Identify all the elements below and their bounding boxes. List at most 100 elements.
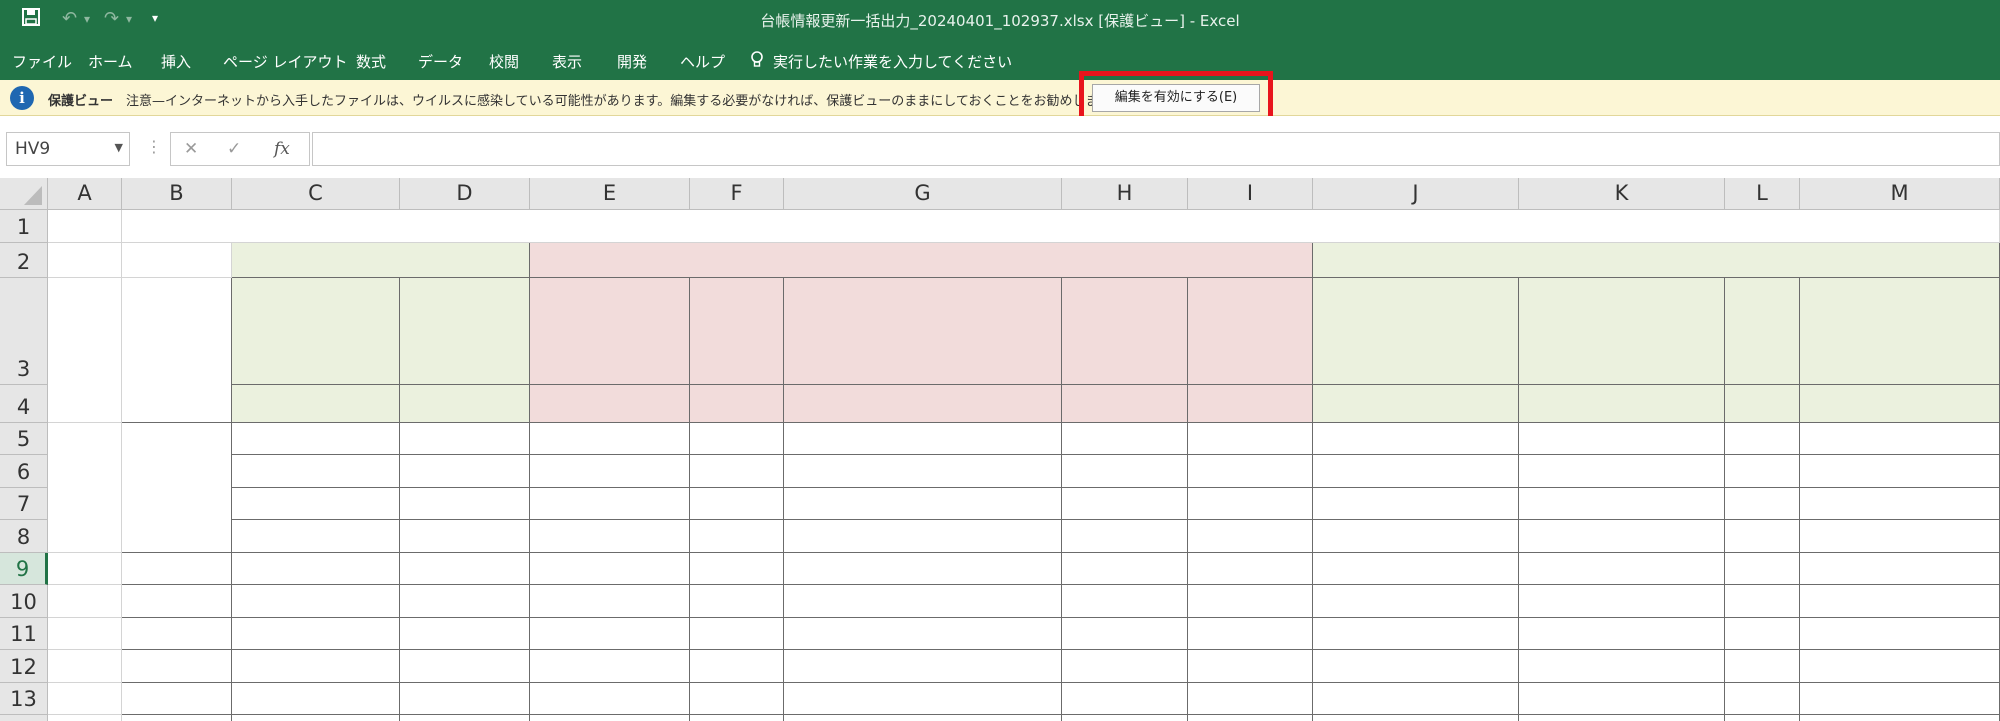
tab-review[interactable]: 校閲	[489, 51, 519, 72]
data-cell-first-name-kana[interactable]	[1519, 650, 1725, 683]
example-cell-delete[interactable]	[400, 520, 530, 553]
header-gender[interactable]	[1725, 278, 1800, 385]
example-cell-first-name-kana[interactable]	[1519, 488, 1725, 520]
data-cell-last-name[interactable]	[1062, 585, 1188, 618]
tab-home[interactable]: ホーム	[88, 51, 133, 72]
spreadsheet-grid[interactable]: ABCDEFGHIJKLM1234567891011121314	[0, 178, 2000, 721]
column-header-k[interactable]: K	[1519, 178, 1725, 210]
row-header-10[interactable]: 10	[0, 585, 48, 618]
row-header-1[interactable]: 1	[0, 210, 48, 243]
column-header-l[interactable]: L	[1725, 178, 1800, 210]
data-cell-gender[interactable]	[1725, 683, 1800, 715]
data-cell-birth-date[interactable]	[784, 650, 1062, 683]
cell-j1-m1[interactable]	[1313, 210, 2000, 243]
example-cell-relationship[interactable]	[690, 520, 784, 553]
data-cell-relationship[interactable]	[690, 683, 784, 715]
example-cell-postal-code[interactable]	[1800, 488, 2000, 520]
data-cell-postal-code[interactable]	[1800, 683, 2000, 715]
header-first-name-kana[interactable]	[1519, 278, 1725, 385]
example-cell-birth-date[interactable]	[784, 423, 1062, 455]
column-header-b[interactable]: B	[122, 178, 232, 210]
example-cell-last-name-kana[interactable]	[1313, 520, 1519, 553]
data-cell-delete[interactable]	[400, 618, 530, 650]
header-relationship[interactable]	[690, 278, 784, 385]
data-cell-postal-code[interactable]	[1800, 585, 2000, 618]
tab-help[interactable]: ヘルプ	[680, 51, 725, 72]
example-cell-birth-date[interactable]	[784, 455, 1062, 488]
data-cell-relationship[interactable]	[690, 618, 784, 650]
example-cell-employee-number[interactable]	[530, 520, 690, 553]
column-header-m[interactable]: M	[1800, 178, 2000, 210]
example-cell-gender[interactable]	[1725, 455, 1800, 488]
data-cell-birth-date[interactable]	[784, 585, 1062, 618]
example-cell-update-code[interactable]	[232, 488, 400, 520]
cell-a9[interactable]	[48, 553, 122, 585]
data-cell-update-code[interactable]	[232, 715, 400, 721]
example-cell-first-name[interactable]	[1188, 455, 1313, 488]
data-cell-gender[interactable]	[1725, 618, 1800, 650]
row-header-4[interactable]: 4	[0, 385, 48, 423]
data-cell-first-name[interactable]	[1188, 683, 1313, 715]
data-cell-first-name[interactable]	[1188, 650, 1313, 683]
data-cell-birth-date[interactable]	[784, 715, 1062, 721]
column-header-i[interactable]: I	[1188, 178, 1313, 210]
tab-file[interactable]: ファイル	[12, 51, 72, 72]
data-cell-delete[interactable]	[400, 585, 530, 618]
example-cell-last-name[interactable]	[1062, 455, 1188, 488]
data-cell-first-name[interactable]	[1188, 553, 1313, 585]
example-cell-delete[interactable]	[400, 455, 530, 488]
data-cell-birth-date[interactable]	[784, 683, 1062, 715]
data-cell-relationship[interactable]	[690, 650, 784, 683]
example-cell-last-name[interactable]	[1062, 423, 1188, 455]
row-header-8[interactable]: 8	[0, 520, 48, 553]
example-cell-first-name[interactable]	[1188, 488, 1313, 520]
data-cell-update-code[interactable]	[232, 618, 400, 650]
data-cell-last-name-kana[interactable]	[1313, 585, 1519, 618]
example-cell-postal-code[interactable]	[1800, 520, 2000, 553]
example-cell-last-name-kana[interactable]	[1313, 488, 1519, 520]
example-cell-last-name-kana[interactable]	[1313, 455, 1519, 488]
example-cell-first-name-kana[interactable]	[1519, 520, 1725, 553]
header-type-first-name[interactable]	[1188, 385, 1313, 423]
data-cell-first-name[interactable]	[1188, 618, 1313, 650]
data-cell-employee-number[interactable]	[530, 553, 690, 585]
example-cell-last-name[interactable]	[1062, 520, 1188, 553]
header-type-employee-number[interactable]	[530, 385, 690, 423]
cell-a3[interactable]	[48, 278, 122, 423]
column-header-c[interactable]: C	[232, 178, 400, 210]
data-cell-relationship[interactable]	[690, 553, 784, 585]
data-cell-first-name-kana[interactable]	[1519, 618, 1725, 650]
data-cell-birth-date[interactable]	[784, 553, 1062, 585]
example-cell-update-code[interactable]	[232, 520, 400, 553]
header-type-last-name[interactable]	[1062, 385, 1188, 423]
row-header-5[interactable]: 5	[0, 423, 48, 455]
column-header-f[interactable]: F	[690, 178, 784, 210]
header-type-gender[interactable]	[1725, 385, 1800, 423]
example-cell-relationship[interactable]	[690, 423, 784, 455]
data-cell-last-name-kana[interactable]	[1313, 650, 1519, 683]
tab-view[interactable]: 表示	[552, 51, 582, 72]
row-header-7[interactable]: 7	[0, 488, 48, 520]
example-cell-postal-code[interactable]	[1800, 455, 2000, 488]
group-common-items[interactable]	[232, 243, 530, 278]
data-cell-last-name-kana[interactable]	[1313, 683, 1519, 715]
header-delete[interactable]	[400, 278, 530, 385]
group-extra-items[interactable]	[1313, 243, 2000, 278]
tab-data[interactable]: データ	[418, 51, 463, 72]
example-cell-postal-code[interactable]	[1800, 423, 2000, 455]
cell-b2[interactable]	[122, 243, 232, 278]
name-box[interactable]: HV9 ▼	[6, 132, 130, 166]
data-cell-last-name-kana[interactable]	[1313, 553, 1519, 585]
data-cell-employee-number[interactable]	[530, 650, 690, 683]
data-cell-employee-number[interactable]	[530, 715, 690, 721]
data-cell-relationship[interactable]	[690, 585, 784, 618]
row-header-2[interactable]: 2	[0, 243, 48, 278]
column-header-a[interactable]: A	[48, 178, 122, 210]
data-cell-delete[interactable]	[400, 553, 530, 585]
column-header-g[interactable]: G	[784, 178, 1062, 210]
header-first-name[interactable]	[1188, 278, 1313, 385]
example-cell-first-name[interactable]	[1188, 520, 1313, 553]
row-header-13[interactable]: 13	[0, 683, 48, 715]
example-cell-relationship[interactable]	[690, 488, 784, 520]
data-cell-postal-code[interactable]	[1800, 618, 2000, 650]
